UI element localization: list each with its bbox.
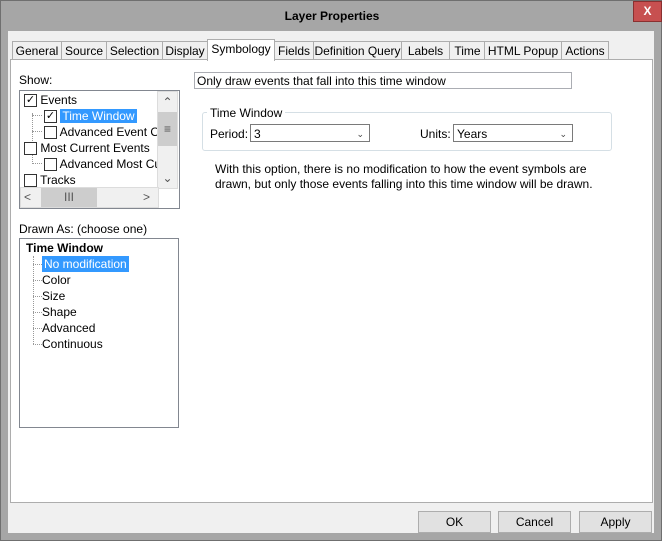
tab-definition-query[interactable]: Definition Query: [313, 41, 402, 60]
tab-actions[interactable]: Actions: [561, 41, 609, 60]
option-note: With this option, there is no modificati…: [215, 162, 593, 191]
scroll-right-icon[interactable]: >: [143, 188, 150, 207]
tab-html-popup[interactable]: HTML Popup: [484, 41, 562, 60]
drawn-as-item[interactable]: Continuous: [42, 336, 103, 352]
checkbox[interactable]: [44, 158, 57, 172]
period-label: Period:: [210, 127, 249, 141]
chevron-down-icon: ⌄: [559, 129, 567, 139]
show-item-label: Advanced Event Op: [59, 125, 167, 139]
period-dropdown[interactable]: 3 ⌄: [250, 124, 370, 142]
tab-selection[interactable]: Selection: [106, 41, 163, 60]
tree-root: Time Window: [26, 241, 104, 255]
tab-symbology[interactable]: Symbology: [207, 39, 275, 61]
tab-fields[interactable]: Fields: [273, 41, 315, 60]
show-tree: ✓ Events ✓ Time Window Advanced Event Op …: [19, 90, 180, 209]
show-item-label: Tracks: [40, 173, 76, 187]
show-item[interactable]: ✓ Time Window: [44, 108, 137, 124]
description-field[interactable]: Only draw events that fall into this tim…: [194, 72, 572, 89]
units-label: Units:: [420, 127, 451, 141]
tab-source[interactable]: Source: [61, 41, 107, 60]
show-item-label: Advanced Most Curr: [59, 157, 170, 171]
units-value: Years: [457, 127, 488, 141]
window-title: Layer Properties: [284, 9, 380, 23]
show-label: Show:: [19, 73, 53, 87]
drawn-as-item[interactable]: Advanced: [42, 320, 95, 336]
show-item-label: Most Current Events: [40, 141, 150, 155]
tab-labels[interactable]: Labels: [401, 41, 450, 60]
show-item-label: Events: [40, 93, 78, 107]
drawn-as-item[interactable]: Color: [42, 272, 71, 288]
checkbox[interactable]: ✓: [24, 94, 37, 108]
checkbox[interactable]: ✓: [44, 110, 57, 124]
checkbox[interactable]: [24, 142, 37, 156]
checkbox[interactable]: [44, 126, 57, 140]
show-item[interactable]: Advanced Event Op: [44, 124, 166, 140]
horizontal-scrollbar[interactable]: < III >: [20, 187, 159, 208]
drawn-as-item[interactable]: No modification: [42, 256, 129, 272]
drawn-as-tree: Time Window No modification Color Size Shap…: [19, 238, 179, 428]
scroll-down-icon[interactable]: ⌄: [158, 168, 177, 188]
vertical-scrollbar[interactable]: ⌃ ≡ ⌄: [157, 91, 178, 189]
show-item[interactable]: Most Current Events: [24, 140, 150, 156]
drawn-as-item[interactable]: Shape: [42, 304, 77, 320]
units-dropdown[interactable]: Years ⌄: [453, 124, 573, 142]
close-button[interactable]: X: [633, 1, 662, 22]
scroll-left-icon[interactable]: <: [24, 188, 31, 207]
scroll-thumb[interactable]: ≡: [158, 112, 177, 146]
dialog-window: Layer Properties X General Source Selectio…: [0, 0, 662, 541]
period-value: 3: [254, 127, 261, 141]
show-item[interactable]: Advanced Most Curr: [44, 156, 169, 172]
time-window-legend: Time Window: [207, 106, 286, 120]
scroll-up-icon[interactable]: ⌃: [158, 92, 177, 112]
show-item-label: Time Window: [60, 109, 137, 123]
ok-button[interactable]: OK: [418, 511, 491, 533]
cancel-button[interactable]: Cancel: [498, 511, 571, 533]
hscroll-thumb[interactable]: III: [41, 188, 97, 207]
drawn-as-label: Drawn As: (choose one): [19, 222, 148, 236]
symbology-panel: Show: ✓ Events ✓ Time Window Advanced Eve…: [10, 59, 653, 503]
checkbox[interactable]: [24, 174, 37, 188]
tab-time[interactable]: Time: [449, 41, 486, 60]
dialog-client: General Source Selection Display Symbology Fi…: [8, 31, 654, 533]
chevron-down-icon: ⌄: [356, 129, 364, 139]
apply-button[interactable]: Apply: [579, 511, 652, 533]
show-item[interactable]: ✓ Events: [24, 92, 77, 108]
show-item[interactable]: Tracks: [24, 172, 76, 188]
tab-display[interactable]: Display: [162, 41, 208, 60]
drawn-as-item[interactable]: Size: [42, 288, 65, 304]
tab-general[interactable]: General: [12, 41, 62, 60]
